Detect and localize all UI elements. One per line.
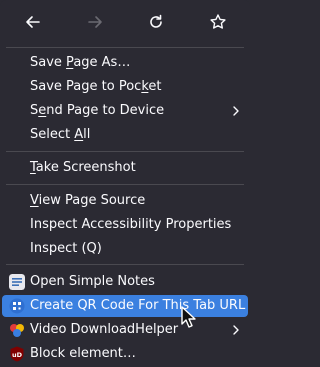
separator — [6, 47, 244, 48]
reload-icon — [150, 14, 162, 28]
star-icon — [210, 14, 226, 29]
menu-item-label: Inspect Accessibility Properties — [30, 217, 232, 232]
menu-item-label: Save Page to Pocket — [30, 79, 162, 94]
chevron-right-icon — [233, 106, 239, 116]
menu-item-inspect[interactable]: Inspect (Q) — [2, 238, 248, 260]
bookmark-button[interactable] — [203, 7, 233, 37]
arrow-left-icon — [26, 16, 40, 28]
menu-item-label: Take Screenshot — [30, 160, 136, 175]
menu-item-label: Video DownloadHelper — [30, 322, 179, 337]
menu-item-inspect-accessibility[interactable]: Inspect Accessibility Properties — [2, 214, 248, 236]
chevron-right-icon — [233, 325, 239, 335]
svg-text:uD: uD — [12, 351, 23, 359]
ublock-origin-icon: uD — [10, 346, 24, 362]
menu-item-label: Inspect (Q) — [30, 241, 102, 256]
arrow-right-icon — [88, 16, 102, 28]
separator — [6, 151, 244, 152]
context-menu: Save Page As… Save Page to Pocket Send P… — [0, 0, 250, 367]
qr-code-icon — [9, 298, 25, 314]
menu-item-label: Create QR Code For This Tab URL — [30, 298, 246, 313]
menu-item-take-screenshot[interactable]: Take Screenshot — [2, 157, 248, 179]
menu-item-label: Select All — [30, 127, 91, 142]
simple-notes-icon — [9, 274, 25, 290]
menu-item-send-to-device[interactable]: Send Page to Device — [2, 100, 248, 122]
menu-item-select-all[interactable]: Select All — [2, 124, 248, 146]
menu-item-label: Send Page to Device — [30, 103, 165, 118]
menu-item-save-to-pocket[interactable]: Save Page to Pocket — [2, 76, 248, 98]
back-button[interactable] — [18, 7, 48, 37]
menu-item-open-simple-notes[interactable]: Open Simple Notes — [2, 271, 248, 293]
menu-item-video-downloadhelper[interactable]: Video DownloadHelper — [2, 319, 248, 341]
forward-button[interactable] — [80, 7, 110, 37]
menu-item-label: Save Page As… — [30, 55, 131, 70]
menu-item-label: Block element… — [30, 346, 136, 361]
video-downloadhelper-icon — [10, 324, 24, 337]
menu-item-save-page-as[interactable]: Save Page As… — [2, 52, 248, 74]
mouse-pointer-icon — [181, 306, 196, 328]
menu-item-block-element[interactable]: uD Block element… — [2, 343, 248, 365]
reload-button[interactable] — [141, 7, 171, 37]
separator — [6, 184, 244, 185]
menu-item-label: Open Simple Notes — [30, 274, 155, 289]
separator — [6, 264, 244, 265]
menu-item-view-page-source[interactable]: View Page Source — [2, 190, 248, 212]
menu-item-create-qr-code[interactable]: Create QR Code For This Tab URL — [2, 295, 248, 317]
menu-item-label: View Page Source — [30, 193, 146, 208]
navigation-bar — [0, 0, 250, 44]
